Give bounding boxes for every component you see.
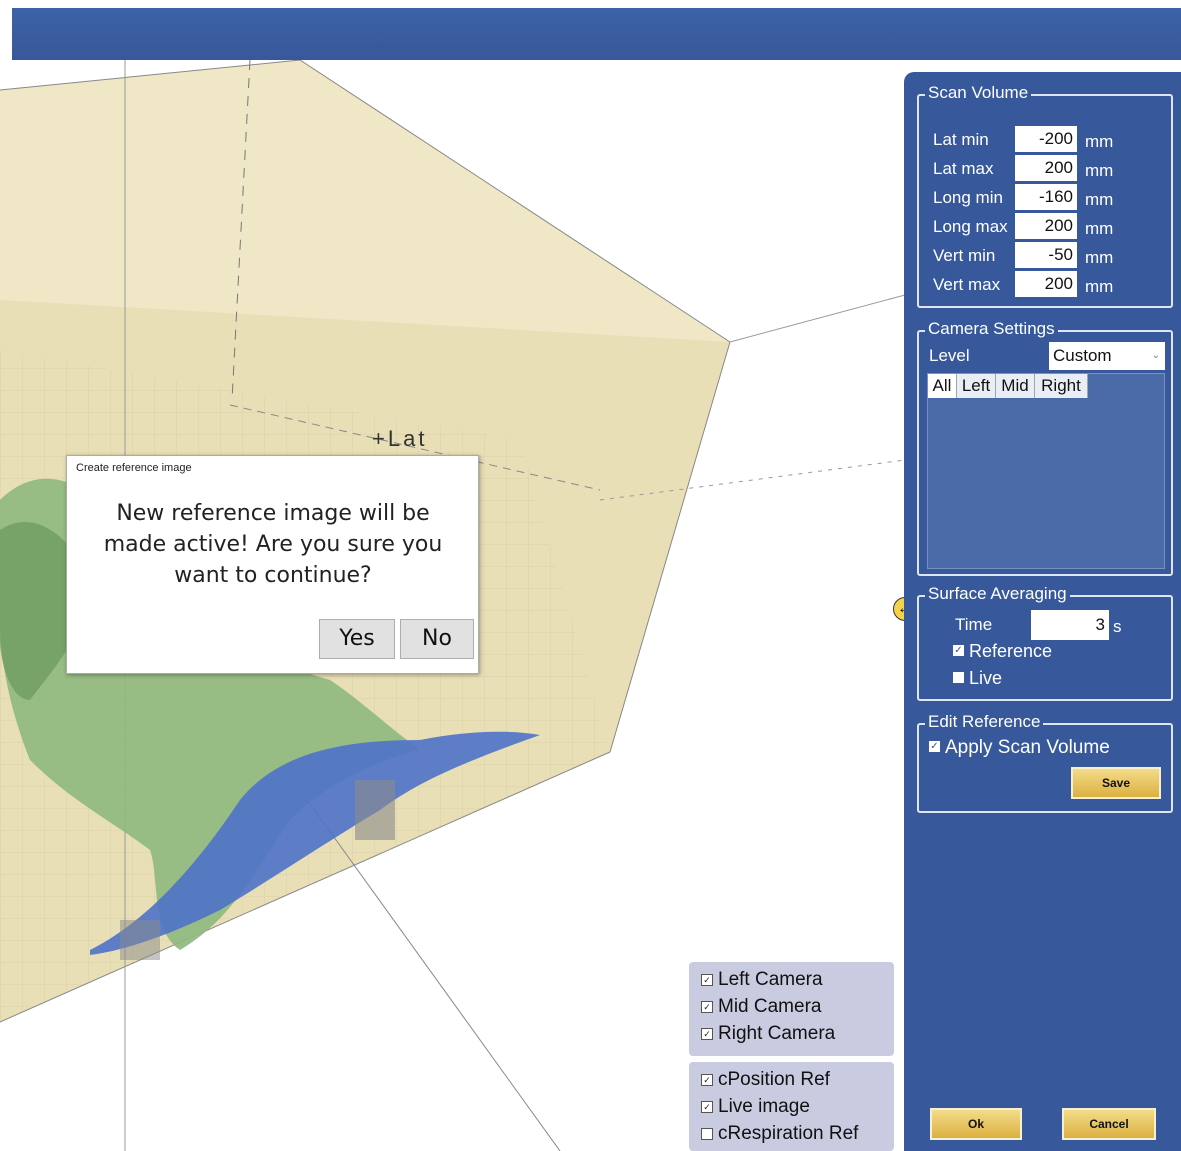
cancel-button[interactable]: Cancel	[1062, 1108, 1156, 1140]
vert-max-unit: mm	[1085, 277, 1114, 296]
position-ref-toggle[interactable]: ✓ cPosition Ref	[701, 1069, 830, 1091]
checkbox-icon[interactable]: ✓	[701, 1074, 713, 1086]
scan-volume-group: Scan Volume Lat min -200 mm Lat max 200 …	[917, 83, 1173, 308]
camera-toggle-panel: ✓ Left Camera ✓ Mid Camera ✓ Right Camer…	[689, 962, 894, 1056]
camera-tab-panel: All Left Mid Right	[927, 373, 1165, 569]
axis-label-lat: +Lat	[372, 426, 428, 451]
confirm-dialog: Create reference image New reference ima…	[66, 455, 479, 674]
chevron-down-icon: ⌄	[1151, 350, 1160, 361]
vert-min-input[interactable]: -50	[1015, 242, 1077, 268]
checkbox-icon[interactable]: ✓	[701, 1001, 713, 1013]
edit-reference-title: Edit Reference	[925, 712, 1044, 732]
vert-min-unit: mm	[1085, 248, 1114, 267]
long-max-unit: mm	[1085, 219, 1114, 238]
dialog-message: New reference image will be made active!…	[103, 501, 443, 588]
lat-min-unit: mm	[1085, 132, 1114, 151]
reference-label: Reference	[969, 641, 1053, 661]
position-ref-label: cPosition Ref	[718, 1069, 830, 1090]
no-button[interactable]: No	[400, 619, 474, 659]
time-unit: s	[1113, 617, 1122, 636]
respiration-ref-toggle[interactable]: cRespiration Ref	[701, 1123, 858, 1145]
checkbox-icon[interactable]: ✓	[701, 1101, 713, 1113]
right-camera-toggle[interactable]: ✓ Right Camera	[701, 1023, 835, 1045]
tab-left[interactable]: Left	[957, 374, 996, 398]
level-label: Level	[929, 346, 970, 365]
tab-right[interactable]: Right	[1035, 374, 1088, 398]
left-camera-label: Left Camera	[718, 969, 823, 990]
checkbox-icon[interactable]: ✓	[701, 974, 713, 986]
lat-max-unit: mm	[1085, 161, 1114, 180]
right-camera-label: Right Camera	[718, 1023, 836, 1044]
long-min-unit: mm	[1085, 190, 1114, 209]
reference-toggle-panel: ✓ cPosition Ref ✓ Live image cRespiratio…	[689, 1062, 894, 1151]
save-button[interactable]: Save	[1071, 767, 1161, 799]
live-label: Live	[969, 668, 1003, 688]
camera-settings-title: Camera Settings	[925, 319, 1058, 339]
yes-button[interactable]: Yes	[319, 619, 395, 659]
camera-settings-group: Camera Settings Level Custom ⌄ All Left …	[917, 319, 1173, 576]
settings-panel: Scan Volume Lat min -200 mm Lat max 200 …	[904, 72, 1181, 1151]
mid-camera-toggle[interactable]: ✓ Mid Camera	[701, 996, 821, 1018]
long-min-label: Long min	[933, 188, 1003, 207]
surface-averaging-group: Surface Averaging Time 3 s ✓ Reference L…	[917, 584, 1173, 701]
lat-min-input[interactable]: -200	[1015, 126, 1077, 152]
respiration-ref-label: cRespiration Ref	[718, 1123, 859, 1144]
title-bar	[12, 8, 1181, 60]
vert-max-input[interactable]: 200	[1015, 271, 1077, 297]
ok-button[interactable]: Ok	[930, 1108, 1022, 1140]
long-min-input[interactable]: -160	[1015, 184, 1077, 210]
level-value: Custom	[1053, 346, 1112, 365]
apply-scan-volume-checkbox[interactable]: ✓	[929, 741, 940, 752]
scan-volume-title: Scan Volume	[925, 83, 1032, 103]
live-image-label: Live image	[718, 1096, 810, 1117]
edit-reference-group: Edit Reference ✓ Apply Scan Volume Save	[917, 712, 1173, 813]
tab-mid[interactable]: Mid	[996, 374, 1035, 398]
lat-min-label: Lat min	[933, 130, 989, 149]
vert-min-label: Vert min	[933, 246, 996, 265]
live-checkbox[interactable]	[953, 672, 964, 683]
lat-max-input[interactable]: 200	[1015, 155, 1077, 181]
mid-camera-label: Mid Camera	[718, 996, 822, 1017]
long-max-label: Long max	[933, 217, 1008, 236]
reference-checkbox[interactable]: ✓	[953, 645, 964, 656]
tab-all[interactable]: All	[928, 374, 957, 398]
lat-max-label: Lat max	[933, 159, 994, 178]
checkbox-icon[interactable]	[701, 1128, 713, 1140]
time-label: Time	[955, 615, 993, 634]
long-max-input[interactable]: 200	[1015, 213, 1077, 239]
live-image-toggle[interactable]: ✓ Live image	[701, 1096, 810, 1118]
left-camera-toggle[interactable]: ✓ Left Camera	[701, 969, 823, 991]
vert-max-label: Vert max	[933, 275, 1001, 294]
time-input[interactable]: 3	[1031, 610, 1109, 640]
checkbox-icon[interactable]: ✓	[701, 1028, 713, 1040]
surface-averaging-title: Surface Averaging	[925, 584, 1070, 604]
dialog-title: Create reference image	[76, 462, 192, 474]
apply-scan-volume-label: Apply Scan Volume	[945, 737, 1110, 758]
level-select[interactable]: Custom ⌄	[1049, 342, 1165, 370]
